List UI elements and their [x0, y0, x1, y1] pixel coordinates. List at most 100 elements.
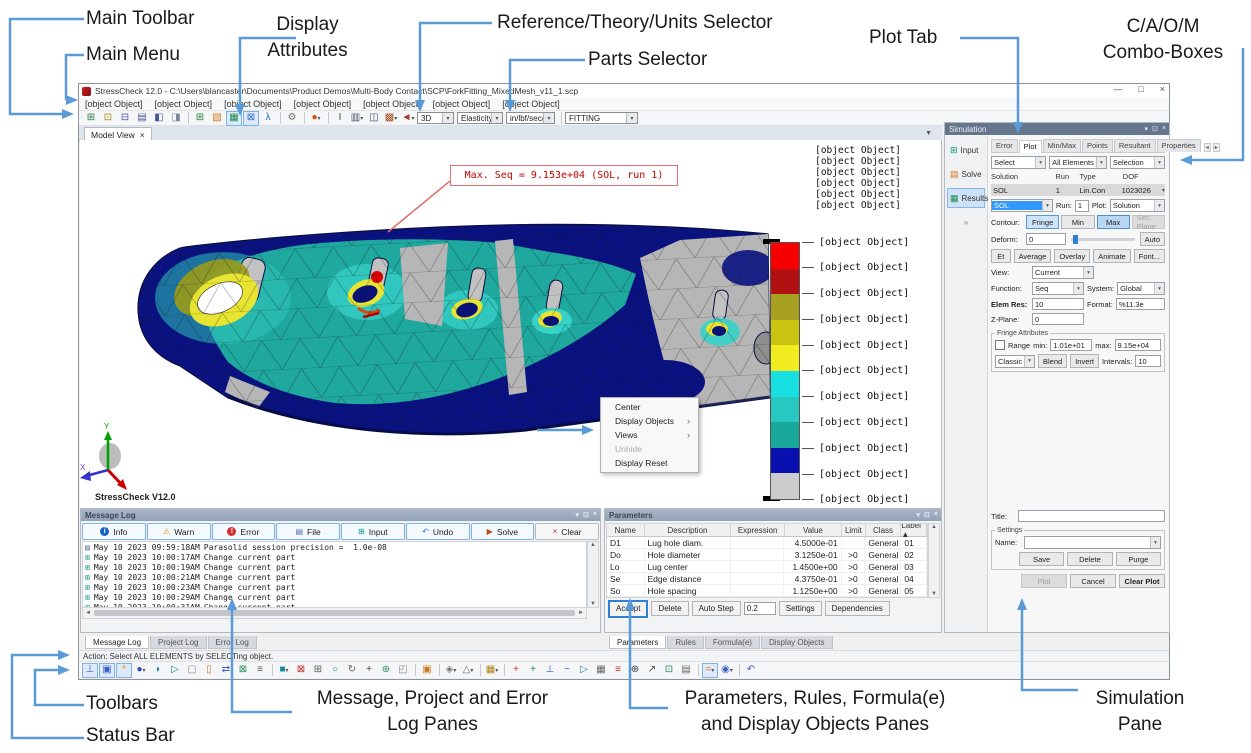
parts-selector[interactable]: FITTING▾ [565, 112, 638, 124]
scroll-left-icon[interactable]: ◄ [85, 610, 91, 616]
context-menu-item[interactable]: Center [601, 400, 698, 414]
column-header[interactable]: Value [785, 524, 842, 536]
caom-combo[interactable]: All Elements▾ [1049, 156, 1107, 169]
pane-menu-icon[interactable]: ▾ [1145, 125, 1149, 133]
contour-plot-icon[interactable]: ◉▾ [719, 663, 735, 678]
function-icon[interactable]: λ [260, 111, 276, 126]
scroll-down-icon[interactable]: ▼ [931, 591, 937, 597]
invert-button[interactable]: Invert [1070, 354, 1099, 368]
animate-icon[interactable]: ▷ [576, 663, 592, 678]
menu-item[interactable]: [object Object] [502, 99, 560, 109]
log-filter-button[interactable]: iInfo [82, 523, 146, 540]
grid-icon[interactable]: ▦▾ [484, 663, 500, 678]
table-row[interactable]: Se Edge distance 4.3750e-01 >0 General 0… [607, 573, 927, 585]
menu-item[interactable]: [object Object] [294, 99, 352, 109]
tab-model-view[interactable]: Model View× [84, 127, 152, 141]
arc-icon[interactable]: ◗ [150, 663, 166, 678]
message-log-titlebar[interactable]: Message Log ▾⊡× [81, 509, 600, 521]
settings-button[interactable]: Purge [1116, 552, 1161, 566]
solution-row[interactable]: SOL 1 Lin.Con 1023026 ▾ [991, 184, 1165, 196]
center-icon[interactable]: ⊕ [627, 663, 643, 678]
surface-icon[interactable]: ▷ [167, 663, 183, 678]
axes-icon[interactable]: * [116, 663, 132, 678]
log-pane-tab[interactable]: Message Log [85, 636, 149, 649]
slider-thumb[interactable] [1073, 235, 1078, 244]
circle-select-icon[interactable]: ○ [327, 663, 343, 678]
elem-res-input[interactable]: 10 [1032, 298, 1084, 310]
delete-icon[interactable]: ⊠ [293, 663, 309, 678]
model-view-canvas[interactable]: Y X [object Object][object Object][objec… [80, 140, 942, 510]
log-filter-button[interactable]: !Error [212, 523, 276, 540]
sim-tab[interactable]: Min/Max [1043, 139, 1081, 152]
probe-icon[interactable]: + [525, 663, 541, 678]
expand-icon[interactable]: ⊞ [310, 663, 326, 678]
log-filter-button[interactable]: ⚠Warn [147, 523, 211, 540]
transform-icon[interactable]: ⇄ [218, 663, 234, 678]
curve-fit-icon[interactable]: ~ [559, 663, 575, 678]
sim-tab[interactable]: Plot [1019, 140, 1042, 153]
pane-close-icon[interactable]: × [934, 511, 938, 519]
log-filter-button[interactable]: ×Clear [535, 523, 599, 540]
nav-more-button[interactable]: » [945, 218, 987, 227]
pane-menu-icon[interactable]: ▾ [917, 511, 921, 519]
minimize-button[interactable]: — [1113, 84, 1122, 94]
vector-icon[interactable]: ↗ [644, 663, 660, 678]
horizontal-scrollbar[interactable]: ◄► [82, 607, 587, 619]
settings-button[interactable]: Settings [779, 601, 822, 616]
context-menu-item[interactable]: Unhide [601, 442, 698, 456]
log-row[interactable]: ▤May 10 2023 09:59:18AMParasolid session… [83, 542, 586, 552]
shading-icon[interactable]: △▾ [460, 663, 476, 678]
fringe-style-combo[interactable]: Classic▾ [995, 355, 1035, 368]
vertical-scrollbar[interactable]: ▲▼ [928, 523, 940, 598]
view-combo[interactable]: Current▾ [1032, 266, 1094, 279]
contour-button[interactable]: Sec. Plane [1132, 215, 1165, 229]
sim-nav-item[interactable]: ⊞Input [947, 140, 985, 160]
body-icon[interactable]: ▢ [184, 663, 200, 678]
units-selector[interactable]: in/lbf/sec/F▾ [506, 112, 555, 124]
extract-icon[interactable]: ⊡ [661, 663, 677, 678]
auto-step-button[interactable]: Auto Step [692, 601, 741, 616]
column-header[interactable]: Limit [842, 524, 866, 536]
scroll-up-icon[interactable]: ▲ [590, 542, 596, 548]
mesh-icon[interactable]: ⊠ [235, 663, 251, 678]
option-button[interactable]: Et [991, 249, 1011, 263]
plot-combo[interactable]: Solution▾ [1110, 199, 1165, 212]
tab-list-dropdown-icon[interactable]: ▼ [925, 130, 932, 137]
column-header[interactable]: Description [645, 524, 732, 536]
log-filter-button[interactable]: ⊞Input [341, 523, 405, 540]
save-icon[interactable]: ▤ [134, 111, 150, 126]
run-input[interactable]: 1 [1075, 200, 1089, 212]
sim-tab[interactable]: Points [1082, 139, 1113, 152]
scroll-up-icon[interactable]: ▲ [931, 524, 937, 530]
reference-selector[interactable]: 3D▾ [417, 112, 454, 124]
open-file-icon[interactable]: ⊡ [100, 111, 116, 126]
tab-close-icon[interactable]: × [140, 130, 145, 140]
log-row[interactable]: ⊞May 10 2023 10:00:23AMChange current pa… [83, 582, 586, 592]
gear-icon[interactable]: ⚙ [284, 111, 300, 126]
parameters-pane-tab[interactable]: Formula(e) [705, 636, 760, 649]
log-pane-tab[interactable]: Project Log [150, 636, 206, 649]
zoom-window-icon[interactable]: ◰ [395, 663, 411, 678]
layers-icon[interactable]: ▥▾ [349, 111, 365, 126]
action-button[interactable]: Clear Plot [1119, 574, 1165, 588]
contour-button[interactable]: Fringe [1026, 215, 1059, 229]
table-row[interactable]: Lo Lug center 1.4500e+00 >0 General 03 [607, 561, 927, 573]
table-icon[interactable]: ▦ [593, 663, 609, 678]
node-icon[interactable]: ⊥ [82, 663, 98, 678]
model-display-icon[interactable]: ▦ [226, 111, 242, 126]
add-object-icon[interactable]: ⊞ [192, 111, 208, 126]
auto-button[interactable]: Auto [1140, 232, 1165, 246]
contour-button[interactable]: Max [1097, 215, 1130, 229]
column-header[interactable]: Name [607, 524, 645, 536]
menu-item[interactable]: [object Object] [363, 99, 421, 109]
system-combo[interactable]: Global▾ [1117, 282, 1165, 295]
parameters-pane-tab[interactable]: Parameters [609, 636, 666, 649]
range-checkbox[interactable] [995, 340, 1005, 350]
select-mode-icon[interactable]: ■▾ [276, 663, 292, 678]
table-row[interactable]: t1 Thickness 1 2.5000e-01 General 06 [607, 597, 927, 598]
column-header[interactable]: Label ▲ [901, 524, 927, 536]
zoom-icon[interactable]: ⊕ [378, 663, 394, 678]
library-icon[interactable]: ▧ [209, 111, 225, 126]
context-menu-item[interactable]: Display Reset [601, 456, 698, 470]
log-filter-button[interactable]: ↶Undo [406, 523, 470, 540]
